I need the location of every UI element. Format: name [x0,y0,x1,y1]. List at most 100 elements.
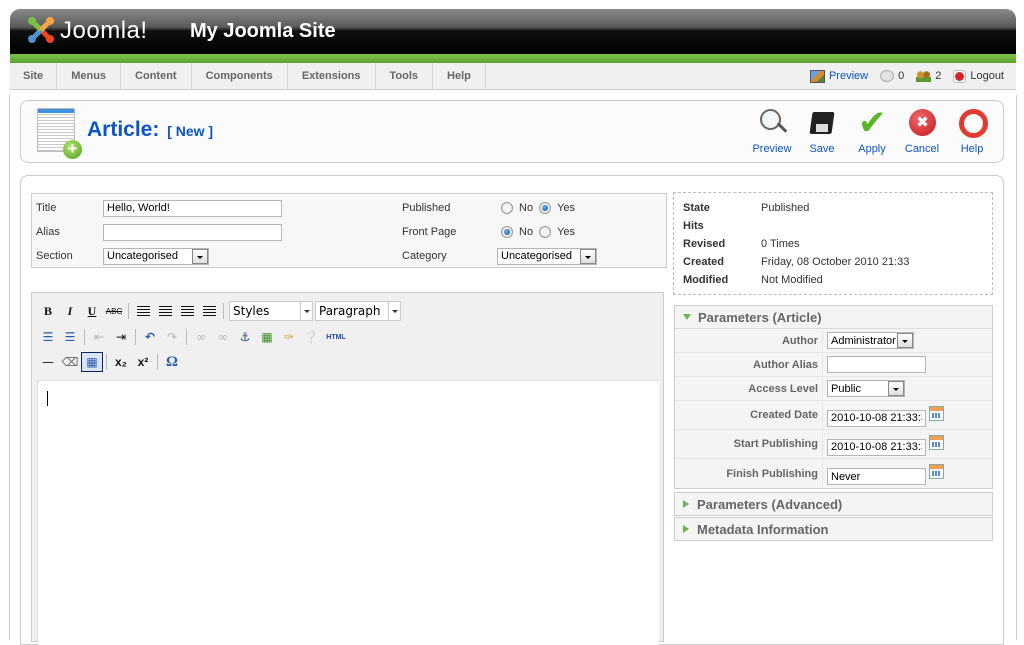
menu-item-site[interactable]: Site [10,63,58,89]
published-label: Published [402,202,451,214]
menu-item-content[interactable]: Content [121,63,192,89]
parameters-advanced-pane: Parameters (Advanced) [674,492,993,516]
info-row-created: Created Friday, 08 October 2010 21:33 [683,256,910,268]
menu-item-extensions[interactable]: Extensions [288,63,376,89]
parameters-advanced-toggle[interactable]: Parameters (Advanced) [675,493,992,515]
logout-link[interactable]: Logout [953,69,1004,83]
author-label: Author [675,329,823,352]
anchor-icon[interactable]: ⚓ [234,327,256,347]
finish-publishing-label: Finish Publishing [675,459,823,488]
published-no-radio[interactable] [501,202,513,214]
expanded-triangle-icon [683,314,691,320]
users-icon [916,70,932,82]
alias-input[interactable] [103,223,282,241]
superscript-icon[interactable]: x² [132,352,154,372]
calendar-icon[interactable] [929,434,944,450]
cleanup-brush-icon[interactable]: ✑ [278,327,300,347]
published-yes-radio[interactable] [539,202,552,214]
category-select[interactable]: Uncategorised [497,247,597,265]
apply-button[interactable]: Apply [847,103,897,155]
menu-item-help[interactable]: Help [433,63,486,89]
messages-icon [880,70,895,82]
preview-site-icon [809,69,825,83]
menu-item-menus[interactable]: Menus [57,63,122,89]
html-source-button[interactable]: HTML [322,327,350,347]
left-rail [9,95,11,640]
parameters-article-toggle[interactable]: Parameters (Article) [675,306,992,328]
chevron-down-icon [388,302,400,320]
table-icon[interactable]: ▦ [81,352,103,372]
align-center-icon[interactable] [154,301,176,321]
help-button[interactable]: Help [947,107,997,155]
preview-button[interactable]: Preview [747,107,797,155]
start-publishing-label: Start Publishing [675,430,823,458]
editor-toolbar-row-2: ☰ ☰ ⇤ ⇥ ↶ ↷ ∞ ∞ ⚓ ▦ ✑ ❔ HTML [37,326,350,348]
calendar-icon[interactable] [929,464,944,479]
title-label: Title [36,202,57,214]
align-right-icon[interactable] [176,301,198,321]
site-title: My Joomla Site [190,20,336,42]
magnifier-icon [756,107,788,139]
page-subtitle: [ New ] [167,123,214,139]
start-publishing-input[interactable] [827,438,926,456]
preview-link[interactable]: Preview [809,69,868,83]
brand-name: Joomla! [60,17,148,44]
eraser-icon[interactable]: ⌫ [59,352,81,372]
underline-icon[interactable]: U [81,301,103,321]
toolbar-box: + Article: [ New ] Preview Save Apply Ca… [20,100,1004,163]
undo-icon[interactable]: ↶ [139,327,161,347]
italic-icon[interactable]: I [59,301,81,321]
cancel-icon [906,107,938,139]
indent-icon[interactable]: ⇥ [110,327,132,347]
menu-item-tools[interactable]: Tools [376,63,434,89]
cancel-button[interactable]: Cancel [897,107,947,155]
section-select[interactable]: Uncategorised [103,247,209,265]
unlink-icon[interactable]: ∞ [212,327,234,347]
status-area: Preview 0 2 Logout [804,63,1004,89]
editor-toolbar-row-3: — ⌫ ▦ x₂ x² Ω [37,351,183,373]
page-title: Article: [ New ] [87,118,214,141]
finish-publishing-input[interactable] [827,468,926,485]
link-icon[interactable]: ∞ [190,327,212,347]
chevron-down-icon [897,333,913,348]
access-level-select[interactable]: Public [827,380,905,397]
save-button[interactable]: Save [797,107,847,155]
frontpage-yes-radio[interactable] [539,226,552,238]
numbered-list-icon[interactable]: ☰ [59,327,81,347]
help-circle-icon[interactable]: ❔ [300,327,322,347]
frontpage-no-radio[interactable] [501,226,513,238]
menu-bar: Site Menus Content Components Extensions… [10,63,1016,90]
editor-content-area[interactable] [37,380,659,645]
align-left-icon[interactable] [132,301,154,321]
author-alias-input[interactable] [827,356,926,373]
toolbar-separator [157,354,158,370]
article-add-icon: + [37,108,82,159]
info-row-hits: Hits [683,220,704,232]
messages-indicator[interactable]: 0 [880,70,904,82]
horizontal-rule-icon[interactable]: — [37,352,59,372]
format-select[interactable]: Paragraph [315,301,401,321]
created-date-input[interactable] [827,409,926,427]
subscript-icon[interactable]: x₂ [110,352,132,372]
styles-select[interactable]: Styles [229,301,313,321]
menu-item-components[interactable]: Components [192,63,288,89]
redo-icon[interactable]: ↷ [161,327,183,347]
special-character-icon[interactable]: Ω [161,352,183,372]
toolbar-separator [223,303,224,319]
floppy-disk-icon [806,107,838,139]
calendar-icon[interactable] [929,405,944,421]
bold-icon[interactable]: B [37,301,59,321]
strikethrough-icon[interactable]: ABC [103,301,125,321]
access-level-label: Access Level [675,377,823,400]
author-select[interactable]: Administrator [827,332,914,349]
checkmark-icon [856,103,888,143]
image-icon[interactable]: ▦ [256,327,278,347]
bullet-list-icon[interactable]: ☰ [37,327,59,347]
article-info-box: State Published Hits Revised 0 Times Cre… [673,192,993,295]
metadata-information-toggle[interactable]: Metadata Information [675,518,992,540]
title-input[interactable] [103,199,282,217]
editor-toolbar-row-1: B I U ABC Styles Paragraph [37,300,401,322]
outdent-icon[interactable]: ⇤ [88,327,110,347]
chevron-down-icon [300,302,312,320]
align-justify-icon[interactable] [198,301,220,321]
